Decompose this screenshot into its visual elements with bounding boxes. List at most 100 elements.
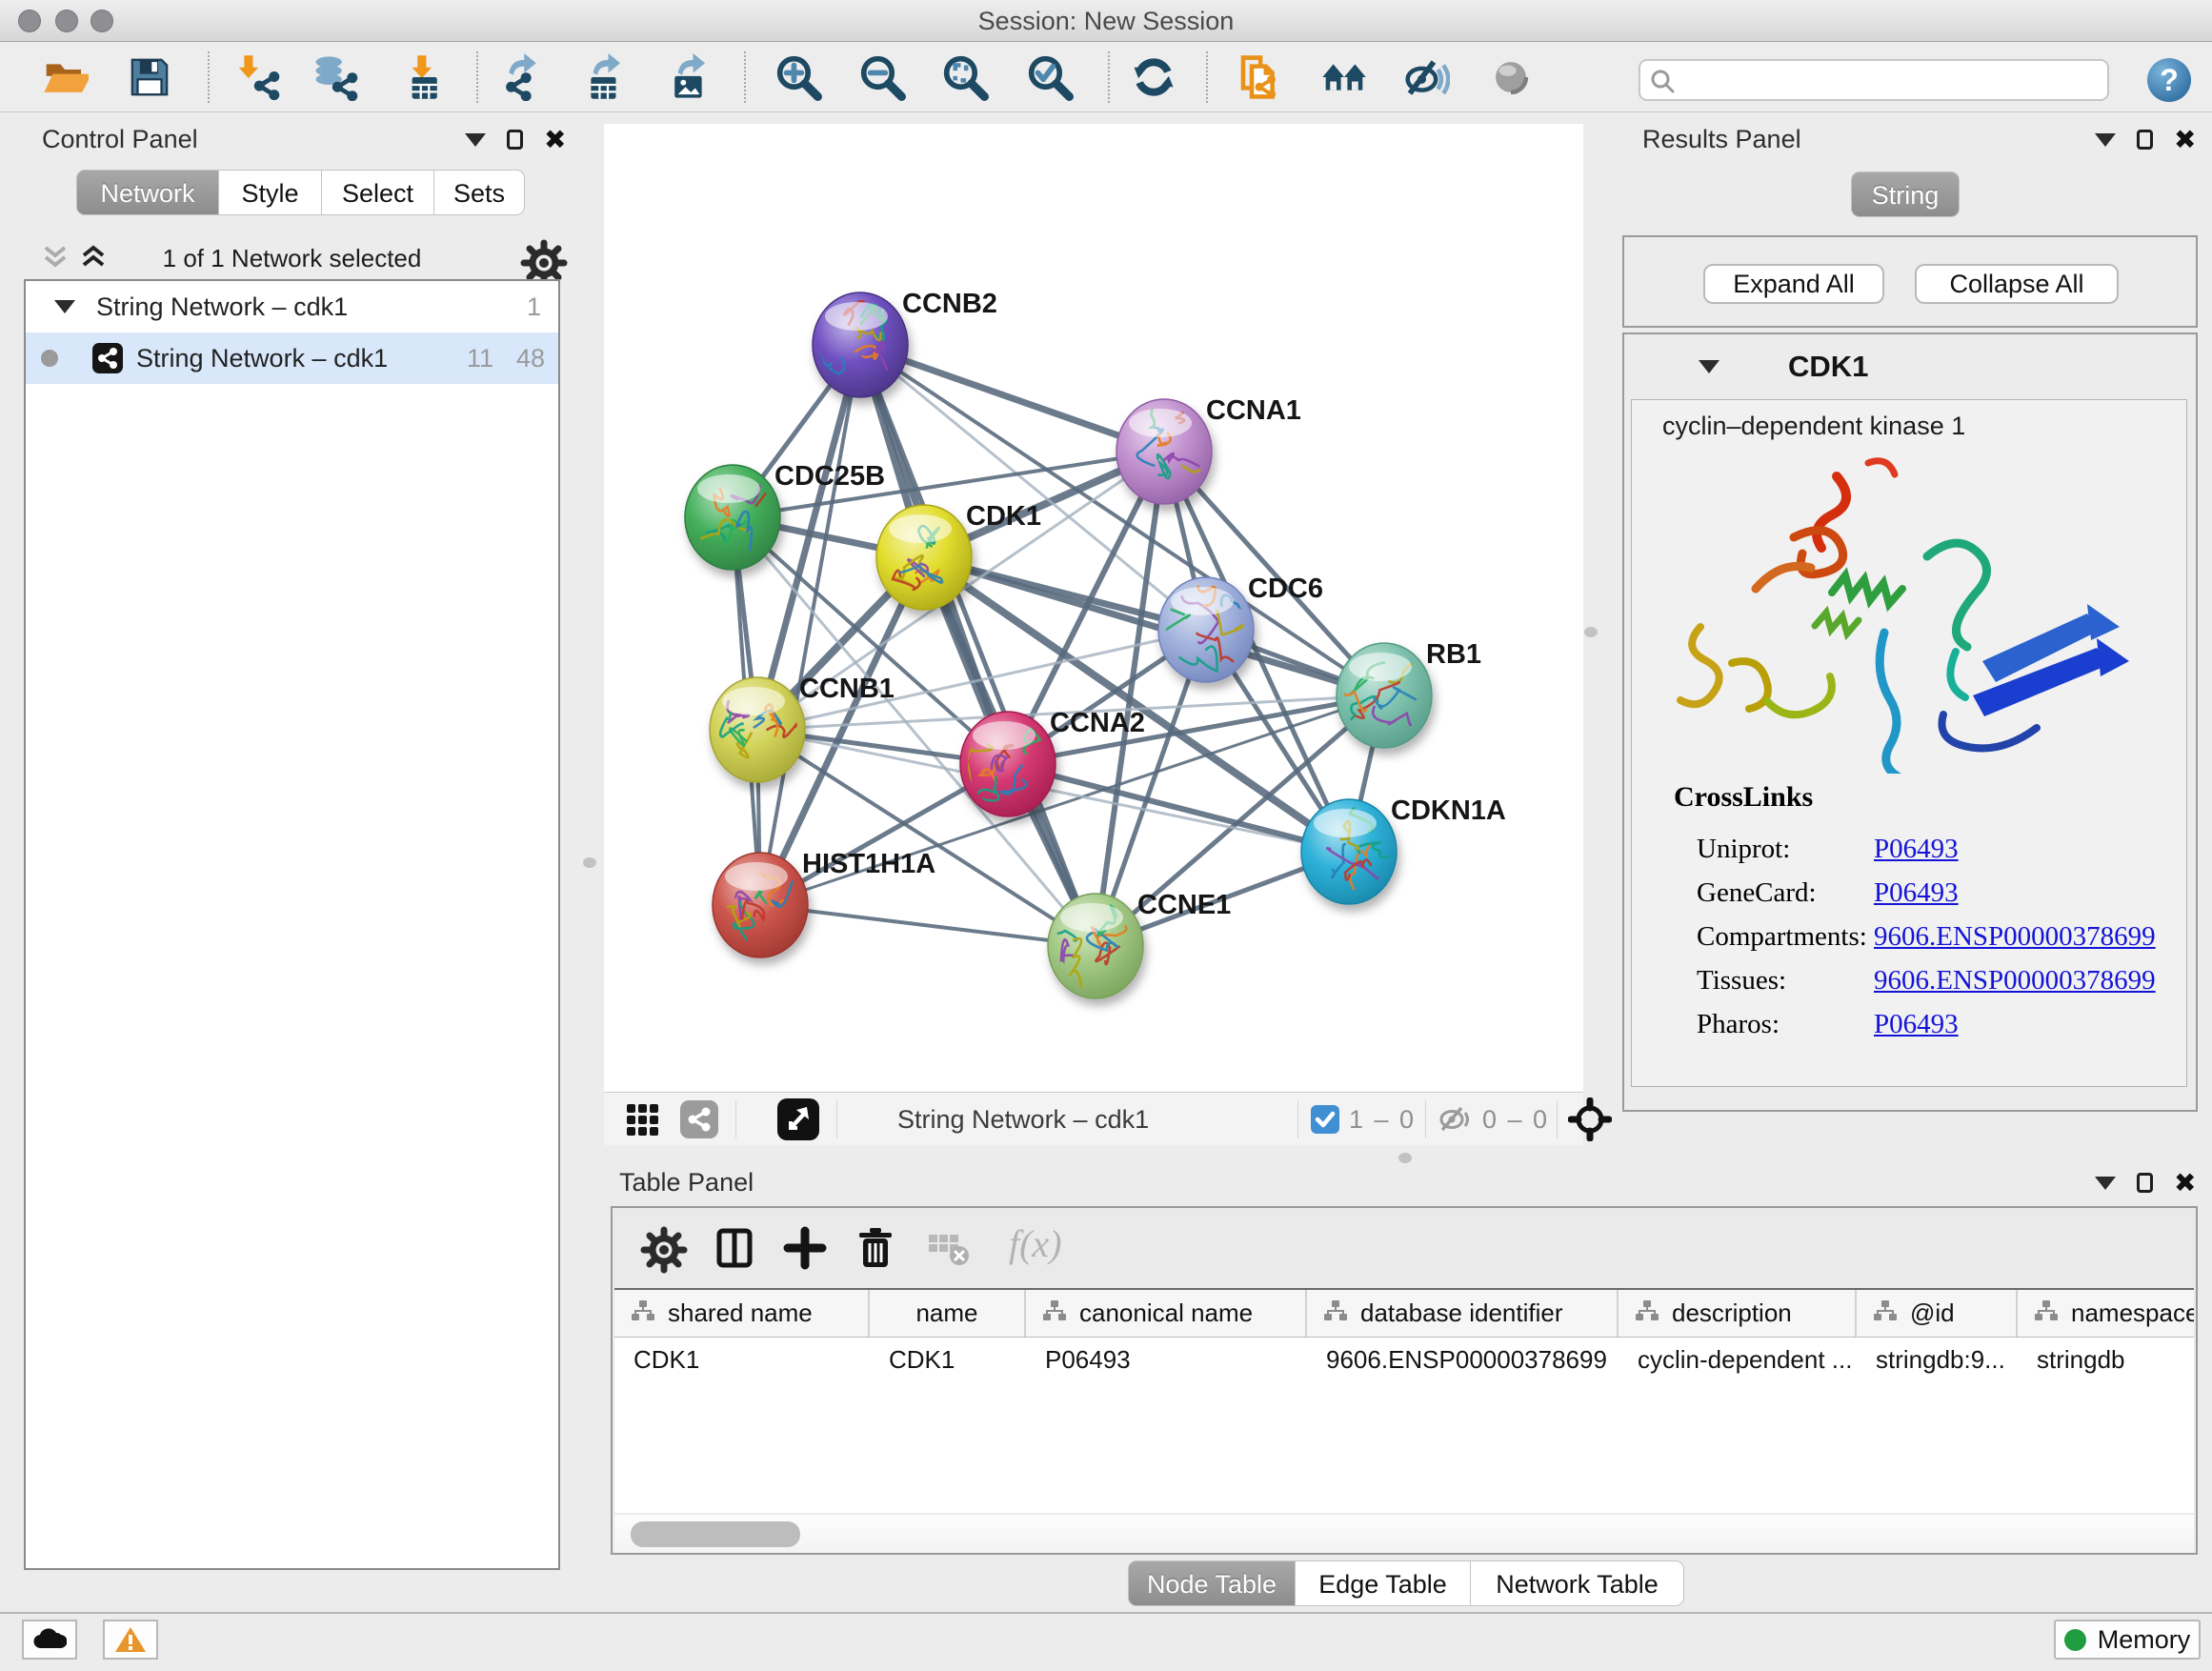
import-network-database-icon[interactable] (312, 53, 359, 101)
table-gear-icon[interactable] (639, 1225, 689, 1275)
results-panel-float-icon[interactable] (2137, 130, 2153, 150)
table-panel-title: Table Panel (619, 1168, 754, 1198)
table-hscrollbar-thumb[interactable] (631, 1521, 800, 1547)
memory-button[interactable]: Memory (2054, 1620, 2201, 1660)
birdseye-view-icon[interactable] (777, 1098, 819, 1140)
tab-network[interactable]: Network (76, 170, 219, 215)
search-field[interactable] (1639, 59, 2109, 101)
column-header-shared-name[interactable]: shared name (614, 1290, 870, 1337)
table-cell[interactable]: stringdb (2018, 1345, 2194, 1375)
share-documents-icon[interactable] (1236, 53, 1283, 101)
save-session-icon[interactable] (126, 53, 173, 101)
add-column-icon[interactable] (782, 1225, 832, 1275)
tab-sets[interactable]: Sets (434, 170, 525, 215)
eye-slash-icon[interactable] (1402, 53, 1450, 101)
tab-node-table[interactable]: Node Table (1128, 1560, 1296, 1606)
table-panel-float-icon[interactable] (2137, 1173, 2153, 1193)
tab-network-table[interactable]: Network Table (1471, 1560, 1684, 1606)
tab-string[interactable]: String (1851, 171, 1960, 217)
control-panel-float-icon[interactable] (507, 130, 523, 150)
tab-select[interactable]: Select (322, 170, 434, 215)
table-cell[interactable]: cyclin-dependent ... (1619, 1345, 1857, 1375)
show-columns-icon[interactable] (712, 1225, 761, 1275)
crosslink-link[interactable]: P06493 (1874, 834, 1959, 865)
toolbar-separator (744, 51, 746, 103)
crosslink-link[interactable]: 9606.ENSP00000378699 (1874, 921, 2156, 953)
import-table-file-icon[interactable] (399, 53, 447, 101)
table-cell[interactable]: 9606.ENSP00000378699 (1307, 1345, 1619, 1375)
gene-description: cyclin–dependent kinase 1 (1662, 412, 1965, 441)
collapse-all-button[interactable]: Collapse All (1915, 264, 2119, 304)
delete-column-trash-icon[interactable] (853, 1225, 902, 1275)
houses-icon[interactable] (1320, 53, 1368, 101)
right-splitter-handle[interactable] (1584, 627, 1598, 637)
network-node-HIST1H1A[interactable]: HIST1H1A (713, 849, 935, 957)
column-header-namespace[interactable]: namespace (2018, 1290, 2194, 1337)
table-cell[interactable]: P06493 (1026, 1345, 1307, 1375)
zoom-fit-icon[interactable] (941, 53, 989, 101)
help-button[interactable]: ? (2147, 58, 2191, 102)
network-canvas[interactable]: CCNB2CCNA1CDC25BCDK1CDC6RB1CCNB1CCNA2CDK… (604, 124, 1583, 1092)
crosslink-link[interactable]: P06493 (1874, 877, 1959, 909)
node-label-CDC25B: CDC25B (774, 461, 885, 492)
table-row[interactable]: CDK1CDK1P064939606.ENSP00000378699cyclin… (614, 1338, 2194, 1381)
gene-collapse-caret-icon[interactable] (1699, 360, 1719, 373)
column-header-@id[interactable]: @id (1857, 1290, 2018, 1337)
collection-expand-caret-icon[interactable] (54, 300, 75, 313)
open-session-icon[interactable] (41, 53, 89, 101)
left-splitter-handle[interactable] (583, 857, 596, 868)
eye-gray-icon[interactable] (1487, 53, 1535, 101)
network-row[interactable]: String Network – cdk1 11 48 (26, 332, 558, 384)
table-cell[interactable]: CDK1 (614, 1345, 870, 1375)
search-input[interactable] (1682, 63, 2101, 97)
import-network-file-icon[interactable] (233, 53, 281, 101)
refresh-icon[interactable] (1130, 53, 1177, 101)
network-node-CDK1[interactable]: CDK1 (876, 501, 1041, 610)
zoom-in-icon[interactable] (774, 53, 822, 101)
table-cell[interactable]: CDK1 (870, 1345, 1026, 1375)
node-label-RB1: RB1 (1426, 639, 1481, 670)
node-label-CDKN1A: CDKN1A (1391, 795, 1506, 826)
zoom-selected-icon[interactable] (1026, 53, 1074, 101)
bottom-splitter-handle[interactable] (1398, 1153, 1412, 1163)
warnings-button[interactable] (103, 1620, 158, 1660)
selected-checkbox-icon[interactable] (1311, 1105, 1339, 1134)
results-panel-tabs: String (1851, 171, 1960, 217)
control-panel-close-icon[interactable]: ✖ (544, 131, 566, 150)
table-cell[interactable]: stringdb:9... (1857, 1345, 2018, 1375)
table-panel-close-icon[interactable]: ✖ (2174, 1174, 2196, 1193)
results-panel-close-icon[interactable]: ✖ (2174, 131, 2196, 150)
column-header-canonical-name[interactable]: canonical name (1026, 1290, 1307, 1337)
zoom-out-icon[interactable] (858, 53, 906, 101)
network-node-CCNB1[interactable]: CCNB1 (710, 674, 895, 782)
move-crosshair-icon[interactable] (1568, 1097, 1612, 1141)
network-node-CCNA1[interactable]: CCNA1 (1116, 395, 1301, 504)
titlebar: Session: New Session (0, 0, 2212, 42)
network-node-RB1[interactable]: RB1 (1336, 639, 1481, 748)
grid-view-icon[interactable] (625, 1102, 659, 1141)
results-panel-menu-caret-icon[interactable] (2095, 133, 2116, 147)
tab-edge-table[interactable]: Edge Table (1296, 1560, 1471, 1606)
export-table-icon[interactable] (580, 53, 628, 101)
network-node-CDC25B[interactable]: CDC25B (685, 461, 885, 570)
control-panel-menu-caret-icon[interactable] (465, 133, 486, 147)
crosslink-link[interactable]: 9606.ENSP00000378699 (1874, 965, 2156, 997)
table-tabs: Node TableEdge TableNetwork Table (1128, 1560, 1684, 1606)
column-header-name[interactable]: name (870, 1290, 1026, 1337)
export-image-icon[interactable] (665, 53, 713, 101)
tab-style[interactable]: Style (219, 170, 322, 215)
expand-all-button[interactable]: Expand All (1703, 264, 1884, 304)
delete-table-icon (925, 1225, 975, 1275)
crosslink-link[interactable]: P06493 (1874, 1009, 1959, 1040)
table-hscrollbar[interactable] (614, 1515, 2194, 1553)
cloud-button[interactable] (22, 1620, 77, 1660)
network-collection-row[interactable]: String Network – cdk1 1 (26, 281, 558, 332)
share-view-icon[interactable] (680, 1100, 718, 1138)
network-selection-status: 1 of 1 Network selected (24, 244, 560, 273)
network-node-CDKN1A[interactable]: CDKN1A (1301, 795, 1506, 904)
table-panel-menu-caret-icon[interactable] (2095, 1177, 2116, 1190)
export-network-icon[interactable] (498, 53, 546, 101)
column-header-description[interactable]: description (1619, 1290, 1857, 1337)
network-node-CCNE1[interactable]: CCNE1 (1048, 890, 1231, 998)
column-header-database-identifier[interactable]: database identifier (1307, 1290, 1619, 1337)
